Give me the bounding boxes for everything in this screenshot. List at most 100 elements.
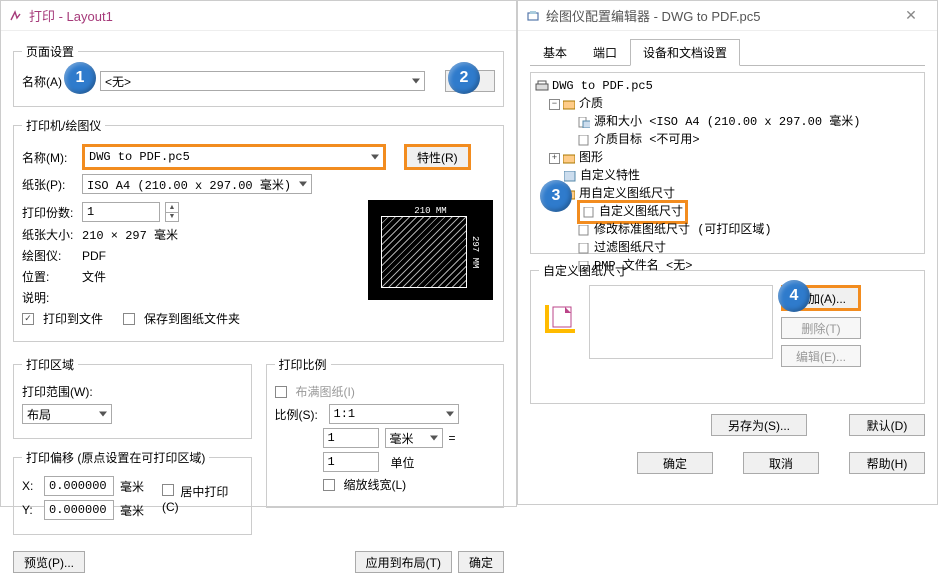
tab-port[interactable]: 端口 bbox=[580, 39, 630, 65]
scale-unit-select[interactable]: 毫米 bbox=[385, 428, 443, 448]
print-scale-legend: 打印比例 bbox=[275, 356, 331, 373]
collapse-icon[interactable]: − bbox=[549, 99, 560, 110]
scale-unit2-label: 单位 bbox=[391, 454, 415, 471]
print-title: 打印 - Layout1 bbox=[29, 6, 508, 25]
folder-icon bbox=[562, 152, 576, 164]
desc-label: 说明: bbox=[22, 289, 76, 306]
folder-icon bbox=[562, 98, 576, 110]
print-range-select[interactable]: 布局 bbox=[22, 404, 112, 424]
copies-label: 打印份数: bbox=[22, 204, 76, 221]
paper-size-listbox[interactable] bbox=[589, 285, 773, 359]
scale-lineweight-checkbox[interactable] bbox=[323, 479, 335, 491]
plotter-help-button[interactable]: 帮助(H) bbox=[849, 452, 925, 474]
offset-y-unit: 毫米 bbox=[120, 502, 144, 519]
delete-paper-size-button[interactable]: 删除(T) bbox=[781, 317, 861, 339]
offset-x-unit: 毫米 bbox=[120, 478, 144, 495]
page-setup-name-label: 名称(A) bbox=[22, 73, 62, 90]
preview-button[interactable]: 预览(P)... bbox=[13, 551, 85, 573]
tree-custom-paper-size[interactable]: 自定义图纸尺寸 bbox=[535, 203, 920, 221]
save-as-button[interactable]: 另存为(S)... bbox=[711, 414, 807, 436]
fit-to-paper-checkbox[interactable] bbox=[275, 386, 287, 398]
tree-custom-props[interactable]: 自定义特性 bbox=[535, 167, 920, 185]
paper-size-value: 210 × 297 毫米 bbox=[82, 226, 178, 243]
printer-name-select[interactable]: DWG to PDF.pc5 bbox=[82, 144, 386, 170]
apply-to-layout-button[interactable]: 应用到布局(T) bbox=[355, 551, 452, 573]
page-setup-name-select[interactable]: <无> bbox=[100, 71, 425, 91]
expand-icon[interactable]: + bbox=[549, 153, 560, 164]
copies-input[interactable]: 1 bbox=[82, 202, 160, 222]
print-scale-fieldset: 打印比例 布满图纸(I) 比例(S): 1:1 1 毫米 = bbox=[266, 356, 505, 508]
plotter-value: PDF bbox=[82, 249, 106, 263]
save-folder-checkbox[interactable] bbox=[123, 313, 135, 325]
scale-num-input[interactable]: 1 bbox=[323, 428, 379, 448]
location-label: 位置: bbox=[22, 268, 76, 285]
printer-name-label: 名称(M): bbox=[22, 149, 76, 166]
callout-badge-2: 2 bbox=[448, 62, 480, 94]
plotter-ok-button[interactable]: 确定 bbox=[637, 452, 713, 474]
plotter-config-dialog: 绘图仪配置编辑器 - DWG to PDF.pc5 ✕ 基本 端口 设备和文档设… bbox=[517, 0, 938, 505]
app-icon bbox=[9, 9, 23, 23]
print-ok-button[interactable]: 确定 bbox=[458, 551, 504, 573]
copies-spinner[interactable]: ▲▼ bbox=[165, 202, 179, 222]
tree-media-target[interactable]: 介质目标 <不可用> bbox=[535, 131, 920, 149]
paper-select[interactable]: ISO A4 (210.00 x 297.00 毫米) bbox=[82, 174, 312, 194]
tree-graphics[interactable]: + 图形 bbox=[535, 149, 920, 167]
tree-source-size[interactable]: 源和大小 <ISO A4 (210.00 x 297.00 毫米) bbox=[535, 113, 920, 131]
ruler-page-icon bbox=[545, 305, 575, 333]
page-icon bbox=[577, 242, 591, 254]
page-setup-legend: 页面设置 bbox=[22, 43, 78, 60]
page-icon bbox=[577, 134, 591, 146]
print-titlebar: 打印 - Layout1 bbox=[1, 1, 516, 31]
fit-to-paper-label: 布满图纸(I) bbox=[296, 383, 355, 400]
page-icon bbox=[577, 224, 591, 236]
default-button[interactable]: 默认(D) bbox=[849, 414, 925, 436]
custom-paper-size-legend: 自定义图纸尺寸 bbox=[539, 262, 631, 279]
scale-lineweight-label: 缩放线宽(L) bbox=[344, 476, 407, 493]
plotter-tabs: 基本 端口 设备和文档设置 bbox=[530, 39, 925, 66]
plotter-title: 绘图仪配置编辑器 - DWG to PDF.pc5 bbox=[546, 6, 893, 25]
offset-y-input[interactable]: 0.000000 bbox=[44, 500, 114, 520]
scale-eq: = bbox=[449, 431, 456, 445]
tree-root[interactable]: DWG to PDF.pc5 bbox=[535, 77, 920, 95]
tree-filter-paper[interactable]: 过滤图纸尺寸 bbox=[535, 239, 920, 257]
plotter-titlebar: 绘图仪配置编辑器 - DWG to PDF.pc5 ✕ bbox=[518, 1, 937, 31]
paper-label: 纸张(P): bbox=[22, 176, 76, 193]
center-print-checkbox[interactable] bbox=[162, 484, 174, 496]
tree-media[interactable]: − 介质 bbox=[535, 95, 920, 113]
plotter-app-icon bbox=[526, 9, 540, 23]
location-value: 文件 bbox=[82, 268, 106, 285]
print-offset-legend: 打印偏移 (原点设置在可打印区域) bbox=[22, 449, 209, 466]
tab-basic[interactable]: 基本 bbox=[530, 39, 580, 65]
settings-tree[interactable]: DWG to PDF.pc5 − 介质 源和大小 <ISO A4 (210.00… bbox=[530, 72, 925, 254]
offset-x-input[interactable]: 0.000000 bbox=[44, 476, 114, 496]
tab-device-doc-settings[interactable]: 设备和文档设置 bbox=[630, 39, 740, 66]
custom-paper-size-fieldset: 自定义图纸尺寸 添加(A)... 删除(T) 编辑(E)... bbox=[530, 262, 925, 404]
callout-badge-3: 3 bbox=[540, 180, 572, 212]
callout-badge-4: 4 bbox=[778, 280, 810, 312]
properties-icon bbox=[563, 170, 577, 182]
print-to-file-checkbox[interactable]: ✓ bbox=[22, 313, 34, 325]
preview-height-label: 297 MM bbox=[470, 236, 480, 268]
paper-preview: 210 MM 297 MM bbox=[368, 200, 493, 300]
edit-paper-size-button[interactable]: 编辑(E)... bbox=[781, 345, 861, 367]
printer-properties-button[interactable]: 特性(R) bbox=[404, 144, 471, 170]
scale-ratio-label: 比例(S): bbox=[275, 406, 323, 423]
paper-hatch-icon bbox=[381, 216, 467, 288]
print-area-legend: 打印区域 bbox=[22, 356, 78, 373]
print-to-file-label: 打印到文件 bbox=[43, 310, 103, 327]
preview-width-label: 210 MM bbox=[414, 206, 446, 216]
offset-x-label: X: bbox=[22, 479, 38, 493]
print-range-label: 打印范围(W): bbox=[22, 383, 93, 400]
plotter-label: 绘图仪: bbox=[22, 247, 76, 264]
callout-badge-1: 1 bbox=[64, 62, 96, 94]
plotter-close-button[interactable]: ✕ bbox=[893, 2, 929, 30]
printer-fieldset: 打印机/绘图仪 名称(M): DWG to PDF.pc5 特性(R) 纸张(P… bbox=[13, 117, 504, 342]
page-icon bbox=[577, 116, 591, 128]
scale-den-input[interactable]: 1 bbox=[323, 452, 379, 472]
paper-size-label: 纸张大小: bbox=[22, 226, 76, 243]
scale-ratio-select[interactable]: 1:1 bbox=[329, 404, 459, 424]
plotter-cancel-button[interactable]: 取消 bbox=[743, 452, 819, 474]
offset-y-label: Y: bbox=[22, 503, 38, 517]
save-folder-label: 保存到图纸文件夹 bbox=[144, 310, 240, 327]
page-icon bbox=[582, 206, 596, 218]
